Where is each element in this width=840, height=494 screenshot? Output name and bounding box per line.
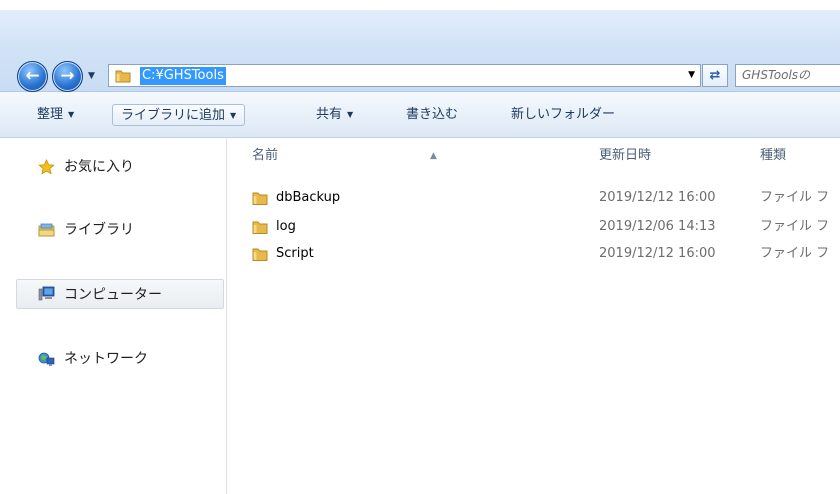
organize-button[interactable]: 整理 ▼	[37, 104, 74, 126]
add-to-library-button[interactable]: ライブラリに追加 ▼	[112, 104, 246, 126]
folder-icon	[252, 248, 268, 261]
nav-item-favorites[interactable]: お気に入り	[16, 152, 224, 182]
navigation-pane: お気に入り ライブラリ コンピューター ネットワーク	[0, 138, 227, 494]
folder-icon	[252, 221, 268, 234]
forward-arrow-icon[interactable]: →	[52, 61, 83, 92]
chevron-down-icon: ▼	[230, 111, 237, 120]
file-row[interactable]: Script 2019/12/12 16:00 ファイル フ	[227, 244, 840, 264]
file-name[interactable]: dbBackup	[276, 188, 340, 208]
address-path-text[interactable]: C:¥GHSTools	[140, 67, 226, 85]
column-header-name[interactable]: 名前 ▲	[252, 143, 592, 169]
file-type: ファイル フ	[760, 219, 830, 234]
file-modified: 2019/12/06 14:13	[599, 219, 716, 234]
network-icon	[38, 352, 55, 366]
search-input[interactable]: GHSToolsの	[735, 64, 840, 87]
back-arrow-icon[interactable]: ←	[17, 61, 48, 92]
nav-label-libraries: ライブラリ	[64, 222, 134, 238]
library-icon	[38, 223, 55, 237]
explorer-window: ← → ▼ C:¥GHSTools ▼ ⇄ GHSToolsの 整理 ▼ ライブラ…	[0, 0, 840, 494]
nav-label-computer: コンピューター	[64, 287, 162, 303]
column-header-type[interactable]: 種類	[760, 143, 786, 169]
file-name[interactable]: Script	[276, 244, 314, 264]
burn-button[interactable]: 書き込む	[406, 104, 458, 126]
address-input[interactable]: C:¥GHSTools ▼	[108, 64, 701, 87]
favorites-star-icon	[38, 159, 55, 175]
command-bar: 整理 ▼ ライブラリに追加 ▼ 共有 ▼ 書き込む 新しいフォルダー	[0, 92, 840, 138]
file-name[interactable]: log	[276, 217, 296, 237]
share-label: 共有	[316, 107, 343, 122]
file-row[interactable]: dbBackup 2019/12/12 16:00 ファイル フ	[227, 188, 840, 208]
file-row[interactable]: log 2019/12/06 14:13 ファイル フ	[227, 217, 840, 237]
nav-label-favorites: お気に入り	[64, 159, 134, 175]
new-folder-button[interactable]: 新しいフォルダー	[511, 104, 615, 126]
history-dropdown-icon[interactable]: ▼	[88, 71, 95, 81]
file-type: ファイル フ	[760, 246, 830, 261]
folder-icon	[115, 70, 131, 83]
add-to-library-label: ライブラリに追加	[121, 108, 226, 123]
column-header-modified[interactable]: 更新日時	[599, 143, 651, 169]
sort-ascending-icon: ▲	[430, 151, 437, 161]
refresh-icon[interactable]: ⇄	[702, 64, 728, 87]
organize-label: 整理	[37, 107, 64, 122]
address-dropdown-icon[interactable]: ▼	[688, 68, 695, 83]
chevron-down-icon: ▼	[68, 110, 75, 119]
nav-item-network[interactable]: ネットワーク	[16, 344, 224, 374]
folder-icon	[252, 192, 268, 205]
share-button[interactable]: 共有 ▼	[316, 104, 353, 126]
file-type: ファイル フ	[760, 190, 830, 205]
top-strip	[0, 0, 840, 10]
computer-icon	[38, 286, 55, 301]
address-bar-area: ← → ▼ C:¥GHSTools ▼ ⇄ GHSToolsの	[0, 10, 840, 92]
file-modified: 2019/12/12 16:00	[599, 190, 716, 205]
nav-item-libraries[interactable]: ライブラリ	[16, 215, 224, 245]
nav-item-computer[interactable]: コンピューター	[16, 279, 224, 309]
chevron-down-icon: ▼	[347, 110, 354, 119]
column-name-label: 名前	[252, 148, 279, 163]
file-modified: 2019/12/12 16:00	[599, 246, 716, 261]
nav-label-network: ネットワーク	[64, 351, 148, 367]
file-list: 名前 ▲ 更新日時 種類 dbBackup 2019/12/12 16:00 フ…	[227, 138, 840, 494]
